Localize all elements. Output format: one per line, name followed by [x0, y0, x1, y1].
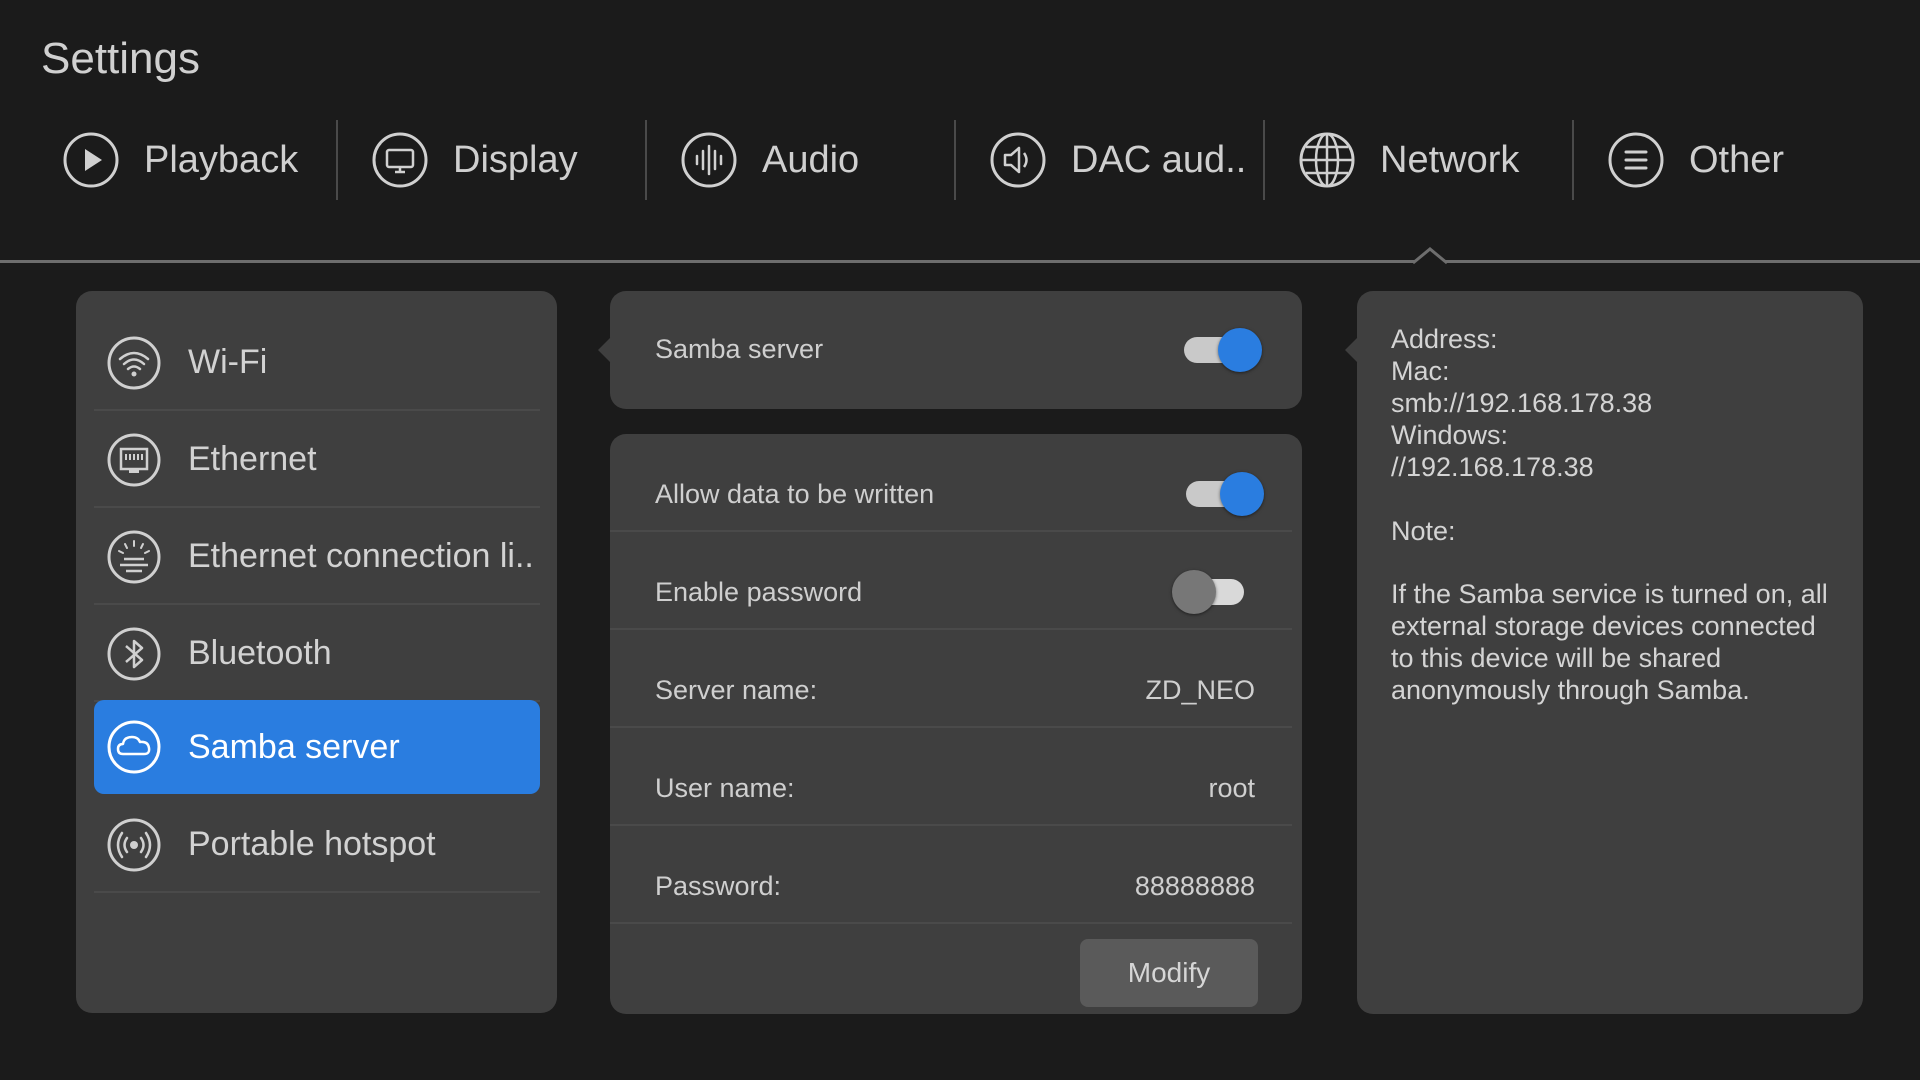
sidebar-item-label: Portable hotspot	[188, 825, 436, 863]
speaker-icon	[989, 131, 1047, 189]
windows-label: Windows:	[1391, 420, 1509, 450]
samba-cloud-icon	[106, 719, 162, 775]
tab-network[interactable]: Network	[1298, 118, 1519, 202]
ethernet-icon	[106, 432, 162, 488]
tab-audio[interactable]: Audio	[680, 118, 859, 202]
toggle-knob	[1172, 570, 1216, 614]
allow-write-toggle[interactable]	[1186, 470, 1264, 516]
note-label: Note:	[1391, 516, 1456, 546]
play-icon	[62, 131, 120, 189]
sidebar-item-ethernet-connection-light[interactable]: Ethernet connection li..	[94, 510, 540, 605]
note-text: If the Samba service is turned on, all e…	[1391, 579, 1828, 705]
card-pointer	[598, 337, 611, 363]
windows-address-value: //192.168.178.38	[1391, 452, 1594, 482]
network-sidebar: Wi-Fi Ethernet Ethernet connection li.. …	[76, 291, 557, 1013]
bluetooth-icon	[106, 626, 162, 682]
mac-address-value: smb://192.168.178.38	[1391, 388, 1653, 418]
server-name-value: ZD_NEO	[1145, 675, 1255, 705]
tab-divider	[1572, 120, 1574, 200]
password-label: Password:	[655, 871, 782, 901]
tab-divider	[954, 120, 956, 200]
tab-label: DAC aud..	[1071, 138, 1247, 181]
sidebar-item-wifi[interactable]: Wi-Fi	[94, 316, 540, 411]
tab-divider	[1263, 120, 1265, 200]
sidebar-item-portable-hotspot[interactable]: Portable hotspot	[94, 798, 540, 893]
tab-other[interactable]: Other	[1607, 118, 1784, 202]
wifi-icon	[106, 335, 162, 391]
tab-label: Playback	[144, 138, 299, 181]
tab-underline	[0, 260, 1920, 263]
server-name-row: Server name: ZD_NEO	[610, 630, 1292, 728]
password-row: Password: 88888888	[610, 826, 1292, 924]
ethernet-light-icon	[106, 529, 162, 585]
toggle-knob	[1218, 328, 1262, 372]
allow-write-row[interactable]: Allow data to be written	[610, 434, 1292, 532]
audio-wave-icon	[680, 131, 738, 189]
sidebar-item-bluetooth[interactable]: Bluetooth	[94, 607, 540, 702]
user-name-row: User name: root	[610, 728, 1292, 826]
menu-list-icon	[1607, 131, 1665, 189]
address-label: Address:	[1391, 324, 1498, 354]
sidebar-item-label: Bluetooth	[188, 634, 332, 672]
modify-button[interactable]: Modify	[1080, 939, 1258, 1007]
sidebar-item-label: Samba server	[188, 727, 400, 766]
tab-label: Other	[1689, 138, 1785, 181]
hotspot-icon	[106, 817, 162, 873]
sidebar-item-ethernet[interactable]: Ethernet	[94, 413, 540, 508]
tab-label: Network	[1380, 138, 1520, 181]
samba-server-label: Samba server	[655, 334, 824, 364]
tab-playback[interactable]: Playback	[62, 118, 298, 202]
page-title: Settings	[41, 34, 200, 83]
sidebar-item-label: Wi-Fi	[188, 343, 268, 381]
monitor-icon	[371, 131, 429, 189]
tab-dac-audio[interactable]: DAC aud..	[989, 118, 1246, 202]
samba-server-card: Samba server	[598, 291, 1302, 409]
samba-info-card: Address: Mac: smb://192.168.178.38 Windo…	[1345, 291, 1863, 1014]
sidebar-item-label: Ethernet	[188, 440, 317, 478]
globe-icon	[1298, 131, 1356, 189]
tab-label: Display	[453, 138, 578, 181]
server-name-label: Server name:	[655, 675, 818, 705]
enable-password-row[interactable]: Enable password	[610, 532, 1292, 630]
sidebar-item-label: Ethernet connection li..	[188, 537, 534, 575]
password-value: 88888888	[1134, 871, 1255, 901]
samba-settings-card: Allow data to be written Enable password…	[610, 434, 1302, 1014]
tab-divider	[336, 120, 338, 200]
allow-write-label: Allow data to be written	[655, 479, 935, 509]
mac-label: Mac:	[1391, 356, 1450, 386]
card-pointer	[1345, 337, 1358, 363]
tab-display[interactable]: Display	[371, 118, 578, 202]
user-name-label: User name:	[655, 773, 795, 803]
enable-password-label: Enable password	[655, 577, 863, 607]
user-name-value: root	[1208, 773, 1255, 803]
samba-server-toggle[interactable]	[1184, 326, 1262, 372]
toggle-knob	[1220, 472, 1264, 516]
tab-label: Audio	[762, 138, 860, 181]
enable-password-toggle[interactable]	[1172, 568, 1250, 614]
tab-divider	[645, 120, 647, 200]
top-tab-bar: Playback Display Audio DAC aud.. Network…	[0, 118, 1920, 202]
sidebar-item-samba-server[interactable]: Samba server	[94, 700, 540, 794]
